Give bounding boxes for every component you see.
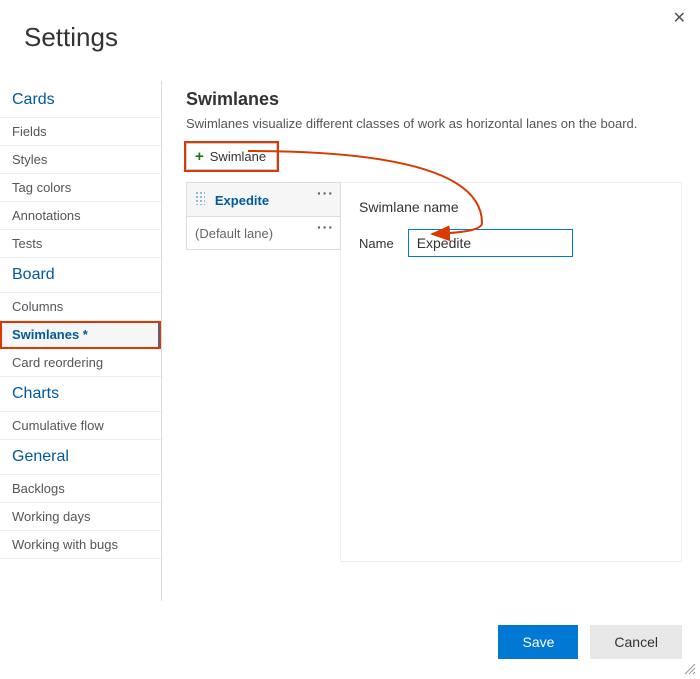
nav-item-styles[interactable]: Styles: [0, 146, 161, 174]
lane-name: Expedite: [215, 193, 269, 208]
nav-item-columns[interactable]: Columns: [0, 293, 161, 321]
more-menu-button[interactable]: ···: [317, 219, 334, 235]
nav-section-charts: Charts: [0, 377, 161, 412]
plus-icon: +: [195, 148, 204, 165]
content-panel: Swimlanes Swimlanes visualize different …: [162, 81, 700, 601]
name-field-row: Name: [359, 229, 663, 257]
lane-list: Expedite ··· (Default lane) ···: [186, 182, 341, 562]
page-title: Settings: [0, 0, 700, 81]
nav-item-card-reordering[interactable]: Card reordering: [0, 349, 161, 377]
cancel-button[interactable]: Cancel: [590, 625, 682, 659]
nav-item-tests[interactable]: Tests: [0, 230, 161, 258]
nav-item-annotations[interactable]: Annotations: [0, 202, 161, 230]
nav-item-tag-colors[interactable]: Tag colors: [0, 174, 161, 202]
nav-section-board: Board: [0, 258, 161, 293]
detail-heading: Swimlane name: [359, 199, 663, 215]
save-button[interactable]: Save: [498, 625, 578, 659]
nav-item-working-days[interactable]: Working days: [0, 503, 161, 531]
lane-item-expedite[interactable]: Expedite ···: [186, 182, 341, 217]
content-heading: Swimlanes: [186, 89, 682, 110]
drag-handle-icon[interactable]: [195, 191, 205, 205]
content-description: Swimlanes visualize different classes of…: [186, 116, 682, 131]
nav-item-swimlanes[interactable]: Swimlanes *: [0, 321, 161, 349]
swimlane-name-input[interactable]: [408, 229, 573, 257]
lanes-panel: Expedite ··· (Default lane) ··· Swimlane…: [186, 182, 682, 562]
more-menu-button[interactable]: ···: [317, 185, 334, 201]
nav-section-cards: Cards: [0, 83, 161, 118]
main-layout: Cards Fields Styles Tag colors Annotatio…: [0, 81, 700, 601]
close-button[interactable]: ✕: [673, 8, 686, 28]
lane-name: (Default lane): [195, 226, 273, 241]
lane-detail-panel: Swimlane name Name: [340, 182, 682, 562]
add-swimlane-button[interactable]: + Swimlane: [186, 143, 277, 170]
sidebar: Cards Fields Styles Tag colors Annotatio…: [0, 81, 162, 601]
nav-item-backlogs[interactable]: Backlogs: [0, 475, 161, 503]
nav-item-cumulative-flow[interactable]: Cumulative flow: [0, 412, 161, 440]
resize-grip-icon[interactable]: [682, 661, 696, 675]
nav-item-fields[interactable]: Fields: [0, 118, 161, 146]
nav-item-working-with-bugs[interactable]: Working with bugs: [0, 531, 161, 559]
add-swimlane-label: Swimlane: [210, 149, 266, 164]
name-label: Name: [359, 236, 394, 251]
dialog-footer: Save Cancel: [498, 625, 682, 659]
nav-section-general: General: [0, 440, 161, 475]
lane-item-default[interactable]: (Default lane) ···: [186, 217, 341, 250]
